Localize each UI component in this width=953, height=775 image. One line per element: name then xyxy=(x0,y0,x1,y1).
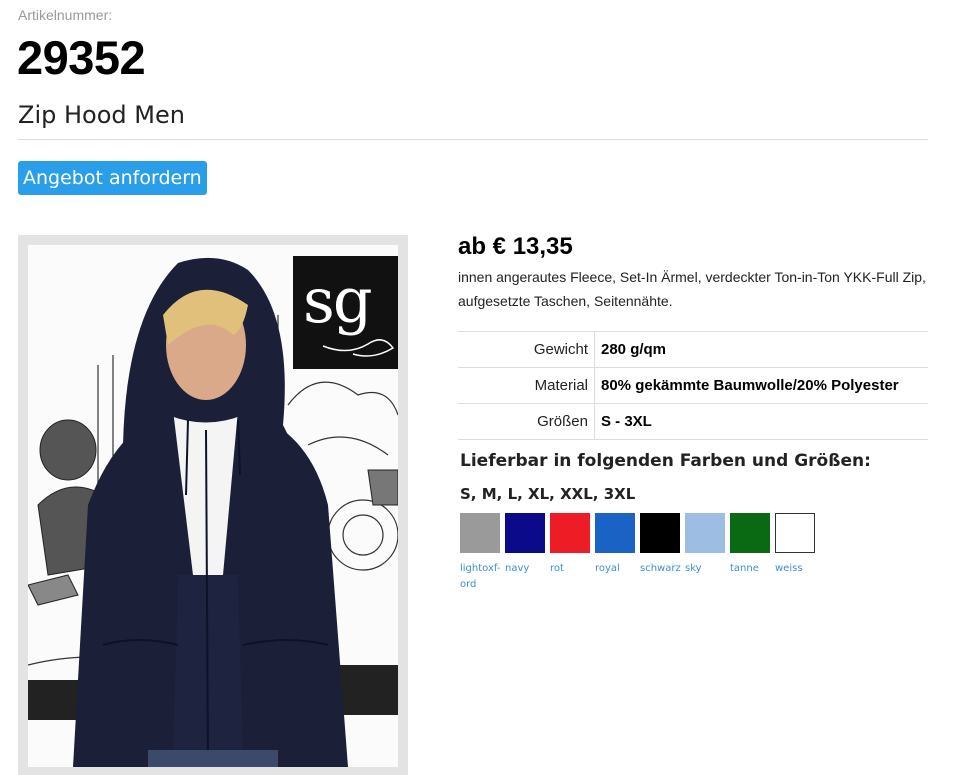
color-swatch[interactable] xyxy=(775,513,815,553)
request-offer-button[interactable]: Angebot anfordern xyxy=(18,161,207,195)
available-sizes: S, M, L, XL, XXL, 3XL xyxy=(460,485,636,503)
color-swatch[interactable] xyxy=(505,513,545,553)
price: ab € 13,35 xyxy=(458,233,573,260)
spec-value: 80% gekämmte Baumwolle/20% Polyester xyxy=(594,367,928,404)
logo-swoosh-icon xyxy=(322,339,395,357)
color-name-link[interactable]: lightoxf-ord xyxy=(460,561,504,593)
product-name: Zip Hood Men xyxy=(18,101,185,129)
color-option[interactable]: rot xyxy=(550,513,594,577)
brand-logo: sg xyxy=(293,256,398,369)
color-name-link[interactable]: royal xyxy=(595,561,639,577)
product-image-frame: sg xyxy=(18,235,408,775)
spec-row-sizes: Größen S - 3XL xyxy=(458,403,928,440)
color-swatch[interactable] xyxy=(640,513,680,553)
spec-row-material: Material 80% gekämmte Baumwolle/20% Poly… xyxy=(458,367,928,404)
color-swatch[interactable] xyxy=(730,513,770,553)
color-name-link[interactable]: rot xyxy=(550,561,594,577)
color-option[interactable]: lightoxf-ord xyxy=(460,513,504,593)
color-option[interactable]: royal xyxy=(595,513,639,577)
color-swatch[interactable] xyxy=(595,513,635,553)
color-name-link[interactable]: sky xyxy=(685,561,729,577)
color-option[interactable]: schwarz xyxy=(640,513,684,577)
color-swatch[interactable] xyxy=(550,513,590,553)
spec-table: Gewicht 280 g/qm Material 80% gekämmte B… xyxy=(458,331,928,440)
color-swatch[interactable] xyxy=(685,513,725,553)
color-option[interactable]: sky xyxy=(685,513,729,577)
color-option[interactable]: tanne xyxy=(730,513,774,577)
color-name-link[interactable]: schwarz xyxy=(640,561,684,577)
spec-label: Material xyxy=(458,367,595,404)
title-divider xyxy=(18,139,928,140)
color-swatch[interactable] xyxy=(460,513,500,553)
color-name-link[interactable]: weiss xyxy=(775,561,819,577)
spec-label: Gewicht xyxy=(458,331,595,368)
article-number-label: Artikelnummer: xyxy=(18,7,113,23)
product-image[interactable]: sg xyxy=(28,245,398,767)
spec-value: S - 3XL xyxy=(594,403,928,440)
spec-label: Größen xyxy=(458,403,595,440)
color-name-link[interactable]: tanne xyxy=(730,561,774,577)
article-number: 29352 xyxy=(17,31,146,84)
color-option[interactable]: navy xyxy=(505,513,549,577)
spec-value: 280 g/qm xyxy=(594,331,928,368)
product-description: innen angerautes Fleece, Set-In Ärmel, v… xyxy=(458,269,926,309)
availability-heading: Lieferbar in folgenden Farben und Größen… xyxy=(460,451,871,471)
color-option[interactable]: weiss xyxy=(775,513,819,577)
spec-row-weight: Gewicht 280 g/qm xyxy=(458,331,928,368)
color-name-link[interactable]: navy xyxy=(505,561,549,577)
